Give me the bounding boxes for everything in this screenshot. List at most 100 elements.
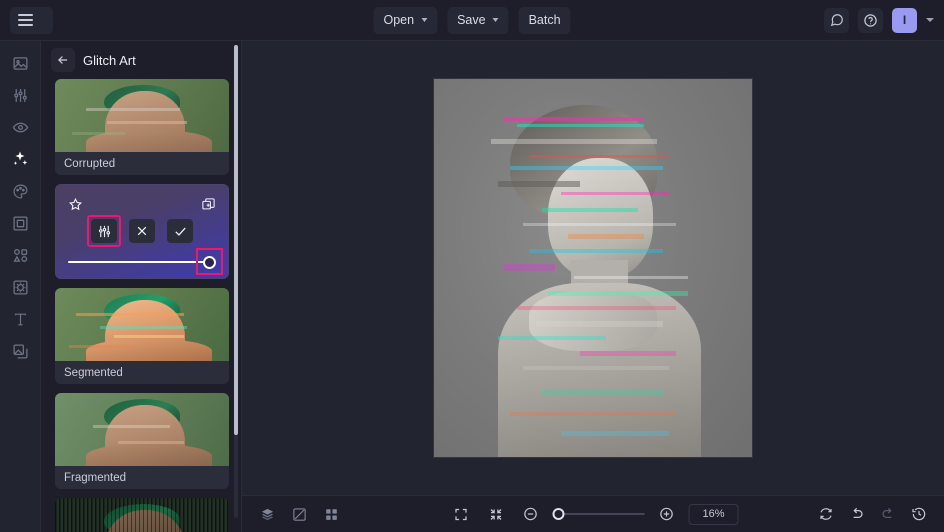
save-button[interactable]: Save (447, 6, 509, 34)
effect-confirm-button[interactable] (167, 219, 193, 243)
effect-card-matrix[interactable] (55, 498, 229, 532)
avatar[interactable]: I (892, 7, 917, 33)
effect-cancel-button[interactable] (129, 219, 155, 243)
palette-icon (13, 184, 27, 198)
slider-track (68, 261, 216, 263)
rail-item-effects[interactable] (5, 147, 35, 171)
panel-scrollbar[interactable] (234, 45, 238, 518)
sliders-icon (98, 225, 110, 237)
fit-screen-button[interactable] (448, 502, 474, 527)
duplicate-button[interactable] (201, 197, 216, 212)
canvas-area: 16% (242, 41, 944, 532)
effect-intensity-slider[interactable] (68, 248, 223, 275)
effect-label: Segmented (55, 361, 229, 384)
slider-handle[interactable] (203, 255, 216, 269)
compare-icon (292, 507, 306, 521)
chevron-down-icon (421, 18, 428, 22)
zoom-out-button[interactable] (518, 502, 544, 527)
help-circle-icon (864, 13, 877, 27)
effect-card-fragmented[interactable]: Fragmented (55, 393, 229, 489)
copy-layers-icon (202, 197, 215, 209)
chevron-down-icon (492, 18, 499, 22)
batch-label: Batch (528, 13, 561, 27)
open-button[interactable]: Open (373, 6, 438, 34)
tool-rail (0, 41, 41, 532)
zoom-slider-handle[interactable] (552, 508, 565, 520)
app-root: Open Save Batch I Glitch Art Corrupted S… (0, 0, 944, 532)
rail-item-color[interactable] (5, 179, 35, 203)
zoom-slider-track (552, 513, 645, 515)
panel-title: Glitch Art (83, 52, 136, 68)
actual-size-button[interactable] (483, 502, 509, 527)
effect-thumbnail (55, 498, 229, 532)
rail-item-shapes[interactable] (5, 243, 35, 267)
panel-scrollbar-thumb[interactable] (234, 45, 238, 435)
effects-panel: Glitch Art Corrupted Segmented Fragmente… (41, 41, 242, 532)
chevron-down-icon[interactable] (926, 18, 934, 22)
grid-button[interactable] (318, 502, 344, 527)
zoom-level-field[interactable]: 16% (688, 503, 739, 525)
favorite-button[interactable] (68, 197, 83, 212)
redo-button[interactable] (875, 502, 901, 527)
rail-item-retouch[interactable] (5, 115, 35, 139)
active-effect-card[interactable] (55, 184, 229, 279)
grid-icon (325, 508, 337, 520)
plus-circle-icon (660, 507, 673, 521)
layers-button[interactable] (254, 502, 280, 527)
rail-item-frame[interactable] (5, 211, 35, 235)
zoom-in-button[interactable] (654, 502, 680, 527)
bottom-bar: 16% (242, 495, 944, 532)
hamburger-icon (18, 14, 33, 26)
canvas-stage[interactable] (242, 41, 944, 495)
zoom-slider[interactable] (552, 507, 645, 521)
arrow-left-icon (58, 56, 68, 64)
body: Glitch Art Corrupted Segmented Fragmente… (0, 41, 944, 532)
undo-button[interactable] (844, 502, 870, 527)
reset-icon (820, 508, 832, 520)
effect-settings-button[interactable] (87, 215, 121, 247)
effect-thumbnail (55, 288, 229, 361)
effect-thumbnail (55, 393, 229, 466)
effect-label: Corrupted (55, 152, 229, 175)
account-actions: I (824, 7, 934, 33)
rail-item-adjust[interactable] (5, 83, 35, 107)
undo-icon (853, 507, 863, 518)
layers-icon (261, 508, 273, 520)
reset-button[interactable] (813, 502, 839, 527)
rail-item-mask[interactable] (5, 275, 35, 299)
effects-list: Corrupted Segmented Fragmented (41, 79, 241, 532)
open-label: Open (383, 13, 415, 27)
effect-thumbnail (55, 79, 229, 152)
image-icon (12, 56, 28, 70)
feedback-button[interactable] (824, 7, 849, 33)
rail-item-layers[interactable] (5, 339, 35, 363)
close-icon (137, 226, 147, 236)
eye-icon (12, 122, 28, 132)
save-label: Save (457, 13, 486, 27)
fit-screen-icon (454, 508, 467, 520)
compare-button[interactable] (286, 502, 312, 527)
help-button[interactable] (858, 7, 883, 33)
text-icon (14, 313, 26, 325)
mask-icon (12, 279, 28, 295)
panel-header: Glitch Art (41, 41, 241, 79)
back-button[interactable] (51, 48, 75, 72)
artwork-canvas[interactable] (434, 79, 752, 457)
history-button[interactable] (906, 502, 932, 527)
brand-menu-button[interactable] (10, 6, 53, 34)
check-icon (174, 227, 186, 236)
minus-circle-icon (524, 507, 537, 521)
rail-item-text[interactable] (5, 307, 35, 331)
effect-label: Fragmented (55, 466, 229, 489)
sparkles-icon (13, 151, 28, 165)
effect-card-segmented[interactable]: Segmented (55, 288, 229, 384)
shrink-icon (490, 508, 501, 520)
rail-item-image[interactable] (5, 51, 35, 75)
frame-icon (12, 215, 28, 231)
redo-icon (882, 507, 892, 518)
star-icon (68, 197, 83, 210)
effect-card-corrupted[interactable]: Corrupted (55, 79, 229, 175)
batch-button[interactable]: Batch (518, 6, 571, 34)
sliders-icon (13, 88, 27, 102)
history-icon (912, 507, 926, 521)
